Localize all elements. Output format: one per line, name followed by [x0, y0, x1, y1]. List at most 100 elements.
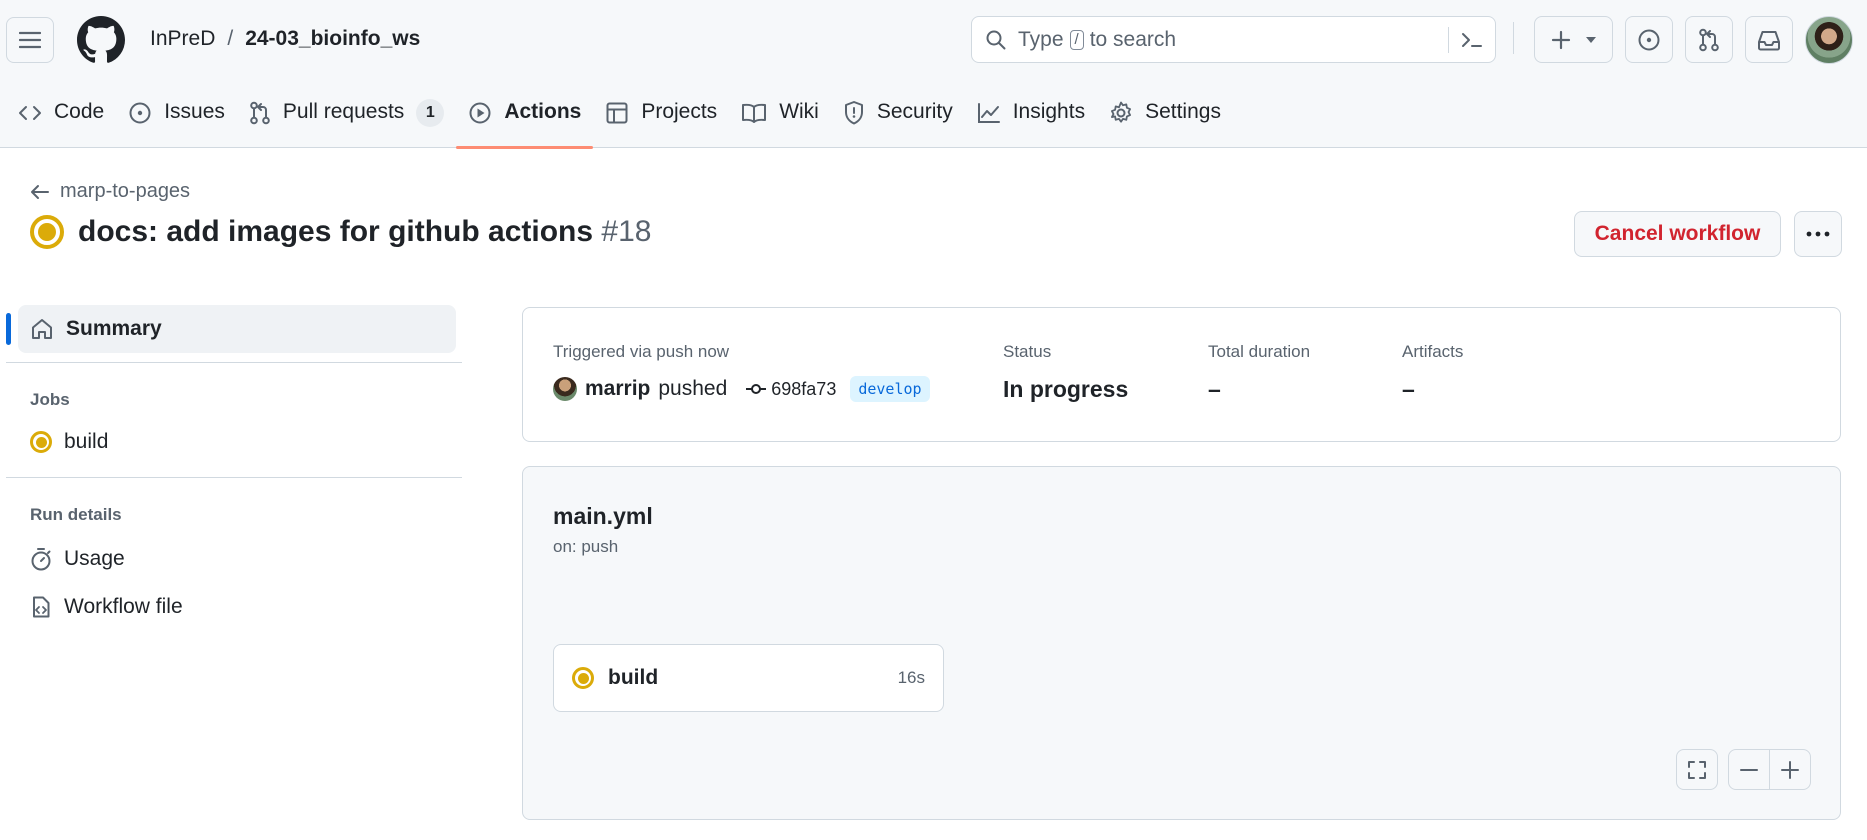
arrow-left-icon	[31, 184, 49, 199]
screen-full-icon	[1688, 760, 1706, 779]
back-to-workflow-link[interactable]: marp-to-pages	[30, 180, 190, 203]
workflow-graph-panel: main.yml on: push build 16s	[522, 466, 1841, 820]
github-mark-icon	[77, 16, 125, 63]
graph-icon	[977, 103, 1000, 123]
sidebar-item-workflow-file[interactable]: Workflow file	[6, 583, 462, 631]
tab-insights[interactable]: Insights	[965, 90, 1097, 148]
run-sidebar: Summary Jobs build Run details Usage Wor…	[6, 305, 462, 631]
search-icon	[986, 30, 1006, 49]
sidebar-usage-label: Usage	[64, 547, 125, 570]
artifacts-label: Artifacts	[1402, 342, 1464, 361]
issue-opened-icon	[1638, 29, 1660, 50]
tab-actions[interactable]: Actions	[456, 90, 594, 149]
trigger-column: Triggered via push now marrip pushed 698…	[553, 342, 930, 402]
sidebar-run-details-heading: Run details	[30, 505, 122, 524]
play-icon	[469, 102, 491, 124]
tab-settings[interactable]: Settings	[1097, 90, 1233, 148]
artifacts-column: Artifacts –	[1402, 342, 1463, 403]
job-card-name: build	[608, 666, 659, 689]
repo-owner-link[interactable]: InPreD	[150, 27, 215, 51]
plus-icon	[1781, 760, 1799, 779]
tab-pull-requests[interactable]: Pull requests 1	[237, 90, 456, 148]
commit-sha: 698fa73	[771, 378, 837, 399]
tab-projects[interactable]: Projects	[593, 90, 729, 148]
branch-badge[interactable]: develop	[850, 376, 930, 402]
push-action-text: pushed	[658, 377, 728, 400]
search-divider	[1448, 27, 1449, 53]
repo-name-link[interactable]: 24-03_bioinfo_ws	[245, 27, 420, 51]
code-icon	[19, 106, 41, 120]
run-title-row: docs: add images for github actions #18	[30, 215, 651, 249]
stopwatch-icon	[31, 548, 51, 571]
repo-breadcrumb: InPreD / 24-03_bioinfo_ws	[150, 27, 420, 51]
inbox-button[interactable]	[1745, 16, 1793, 63]
cancel-workflow-button[interactable]: Cancel workflow	[1574, 211, 1781, 257]
sidebar-divider	[6, 362, 462, 363]
sidebar-item-build-job[interactable]: build	[6, 418, 462, 466]
tab-pull-requests-label: Pull requests	[282, 100, 405, 123]
tab-code[interactable]: Code	[6, 90, 116, 148]
search-input[interactable]: Type / to search	[971, 16, 1496, 63]
search-shortcut-key: /	[1069, 29, 1084, 50]
create-new-button[interactable]	[1534, 16, 1613, 63]
header-divider	[1513, 22, 1514, 54]
tab-security[interactable]: Security	[831, 90, 965, 148]
status-column: Status In progress	[1003, 342, 1128, 403]
sidebar-jobs-heading: Jobs	[30, 390, 70, 409]
pull-requests-counter: 1	[416, 99, 445, 127]
page-title: docs: add images for github actions #18	[78, 215, 651, 249]
actor-avatar[interactable]	[553, 377, 577, 401]
user-avatar[interactable]	[1805, 16, 1853, 64]
sidebar-summary-label: Summary	[66, 317, 162, 340]
tab-actions-label: Actions	[504, 100, 582, 123]
tab-projects-label: Projects	[641, 100, 718, 123]
hamburger-icon	[19, 31, 41, 49]
command-palette-icon[interactable]	[1461, 30, 1483, 50]
run-summary-panel: Triggered via push now marrip pushed 698…	[522, 307, 1841, 442]
tab-security-label: Security	[876, 100, 953, 123]
issues-button[interactable]	[1625, 16, 1673, 63]
plus-icon	[1551, 30, 1570, 49]
dash-icon	[1740, 768, 1758, 771]
tab-insights-label: Insights	[1012, 100, 1086, 123]
issue-icon	[129, 102, 151, 124]
duration-label: Total duration	[1208, 342, 1311, 361]
shield-icon	[844, 101, 863, 125]
actor-link[interactable]: marrip	[585, 377, 650, 401]
sidebar-divider	[6, 477, 462, 478]
trigger-label: Triggered via push now	[553, 342, 730, 361]
workflow-trigger: on: push	[553, 537, 619, 556]
status-value: In progress	[1003, 376, 1129, 402]
pull-requests-button[interactable]	[1685, 16, 1733, 63]
fullscreen-button[interactable]	[1676, 749, 1718, 790]
pull-request-icon	[250, 101, 270, 125]
sidebar-item-summary[interactable]: Summary	[6, 305, 456, 353]
workflow-file-name: main.yml	[553, 503, 653, 529]
commit-link[interactable]: 698fa73	[745, 379, 836, 400]
job-in-progress-icon	[30, 431, 52, 453]
kebab-horizontal-icon	[1806, 231, 1830, 237]
job-card-build[interactable]: build 16s	[553, 644, 944, 712]
search-placeholder-end: to search	[1089, 27, 1177, 51]
github-logo[interactable]	[77, 16, 125, 64]
run-number: #18	[601, 215, 652, 248]
home-icon	[32, 319, 52, 339]
zoom-out-button[interactable]	[1728, 749, 1770, 790]
book-icon	[742, 103, 767, 123]
tab-settings-label: Settings	[1145, 100, 1221, 123]
sidebar-item-usage[interactable]: Usage	[6, 535, 462, 583]
tab-issues-label: Issues	[164, 100, 225, 123]
breadcrumb-separator: /	[227, 27, 234, 50]
more-options-button[interactable]	[1794, 211, 1842, 257]
job-card-duration: 16s	[897, 668, 925, 687]
tab-issues[interactable]: Issues	[116, 90, 237, 148]
zoom-in-button[interactable]	[1769, 749, 1811, 790]
menu-button[interactable]	[6, 17, 54, 63]
artifacts-value: –	[1402, 376, 1415, 402]
inbox-icon	[1758, 30, 1780, 50]
in-progress-status-icon	[30, 215, 64, 249]
triangle-down-icon	[1585, 36, 1596, 43]
status-label: Status	[1003, 342, 1052, 361]
tab-wiki[interactable]: Wiki	[729, 90, 831, 148]
git-pull-request-icon	[1699, 28, 1719, 51]
